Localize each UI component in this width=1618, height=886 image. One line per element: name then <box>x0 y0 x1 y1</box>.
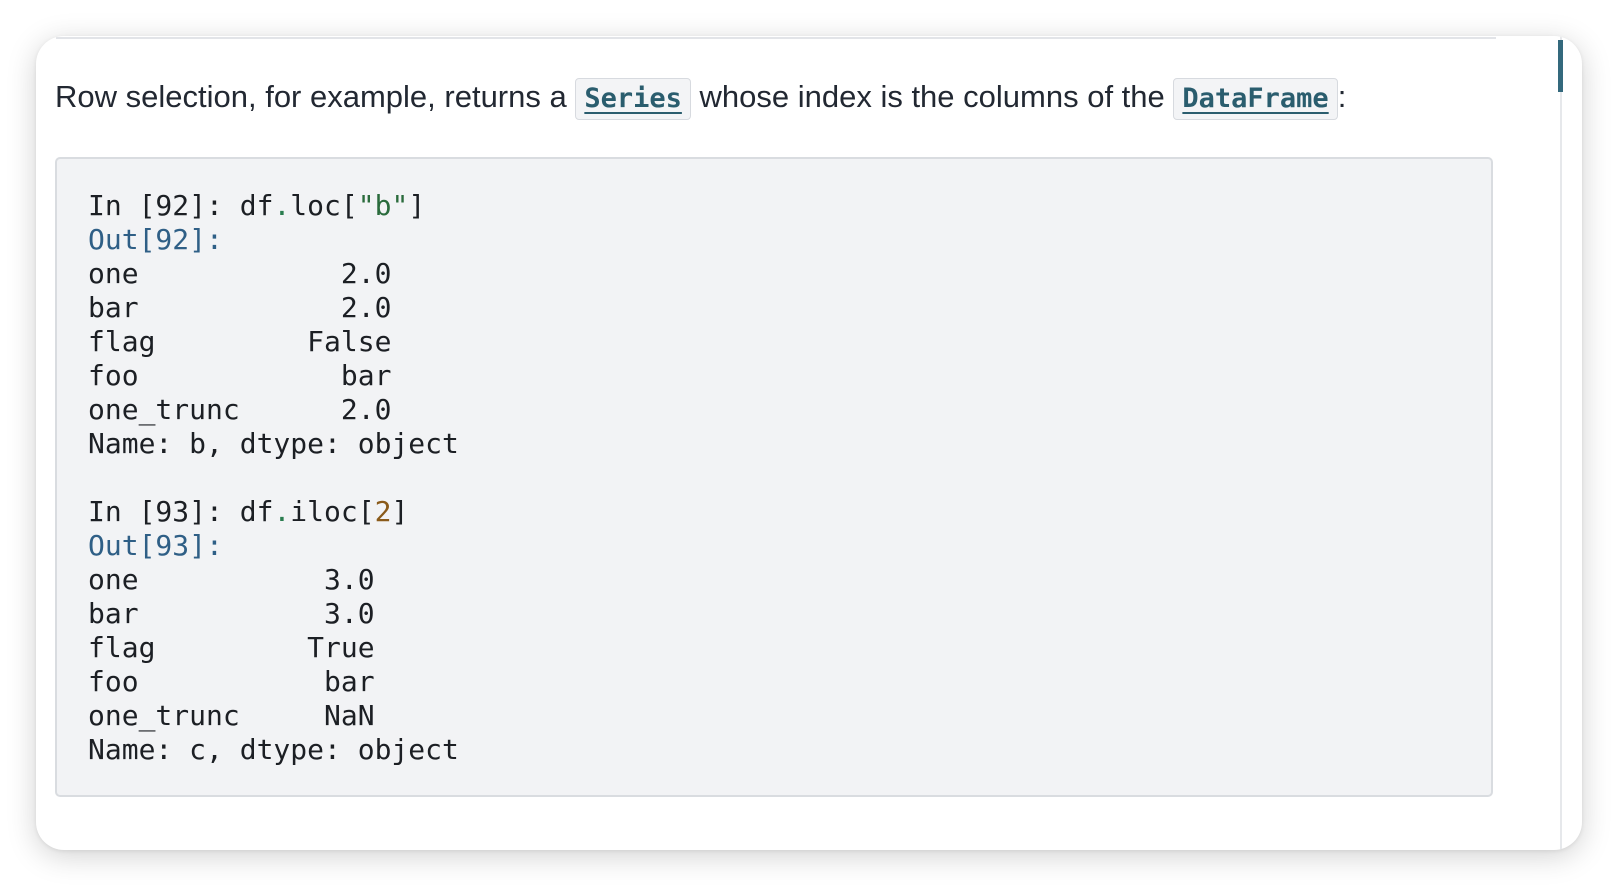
row-key: foo <box>88 359 139 392</box>
intro-text-middle: whose index is the columns of the <box>690 79 1174 114</box>
row-key: one_trunc <box>88 393 240 426</box>
row-value: NaN <box>324 699 375 732</box>
code-attribute: loc[ <box>290 189 358 222</box>
input-line: In [92]: df.loc["b"] <box>88 189 459 223</box>
output-row: one_trunc 2.0 <box>88 393 459 427</box>
output-row: one_trunc NaN <box>88 699 459 733</box>
in-prompt: In [93]: <box>88 495 240 528</box>
row-value: 2.0 <box>340 257 392 290</box>
code-bracket: ] <box>391 495 409 528</box>
out-prompt: Out[92]: <box>88 223 223 256</box>
code-object: df <box>239 189 274 222</box>
code-string: "b" <box>357 189 409 222</box>
row-value: True <box>307 631 375 664</box>
series-link[interactable]: Series <box>575 78 691 120</box>
row-key: one_trunc <box>88 699 240 732</box>
row-key: flag <box>88 325 156 358</box>
intro-paragraph: Row selection, for example, returns a Se… <box>55 74 1346 120</box>
output-row: flag False <box>88 325 459 359</box>
top-divider <box>56 37 1496 39</box>
code-operator: . <box>273 495 291 528</box>
row-key: one <box>88 563 139 596</box>
row-key: bar <box>88 291 139 324</box>
row-value: bar <box>324 665 375 698</box>
code-block: In [92]: df.loc["b"] Out[92]: one 2.0 bar 2… <box>55 157 1493 797</box>
out-prompt: Out[93]: <box>88 529 223 562</box>
output-footer: Name: b, dtype: object <box>88 427 459 460</box>
intro-text-after: : <box>1337 79 1347 114</box>
output-row: bar 2.0 <box>88 291 459 325</box>
output-rows: one 3.0 bar 3.0 flag True foo bar one_trunc … <box>88 563 459 733</box>
row-value: 2.0 <box>340 393 392 426</box>
row-value: 3.0 <box>324 563 375 596</box>
row-key: foo <box>88 665 139 698</box>
row-value: False <box>307 325 392 358</box>
row-key: one <box>88 257 139 290</box>
code-attribute: iloc[ <box>290 495 375 528</box>
in-prompt: In [92]: <box>88 189 240 222</box>
code-bracket: ] <box>408 189 426 222</box>
output-row: one 3.0 <box>88 563 459 597</box>
output-row: bar 3.0 <box>88 597 459 631</box>
code-object: df <box>239 495 274 528</box>
input-line: In [93]: df.iloc[2] <box>88 495 459 529</box>
row-value: 2.0 <box>340 291 392 324</box>
code-number: 2 <box>374 495 392 528</box>
code-operator: . <box>273 189 291 222</box>
output-rows: one 2.0 bar 2.0 flag False foo bar one_trunc… <box>88 257 459 427</box>
row-key: flag <box>88 631 156 664</box>
output-row: foo bar <box>88 359 459 393</box>
dataframe-link[interactable]: DataFrame <box>1173 78 1338 120</box>
output-footer: Name: c, dtype: object <box>88 733 459 766</box>
scrollbar-thumb[interactable] <box>1558 40 1563 92</box>
row-value: 3.0 <box>324 597 375 630</box>
output-row: flag True <box>88 631 459 665</box>
scrollbar-track[interactable] <box>1560 36 1562 850</box>
code-listing: In [92]: df.loc["b"] Out[92]: one 2.0 bar 2… <box>88 189 459 767</box>
row-value: bar <box>340 359 392 392</box>
row-key: bar <box>88 597 139 630</box>
output-row: one 2.0 <box>88 257 459 291</box>
output-row: foo bar <box>88 665 459 699</box>
intro-text-before: Row selection, for example, returns a <box>55 79 576 114</box>
doc-card: Row selection, for example, returns a Se… <box>36 36 1582 850</box>
